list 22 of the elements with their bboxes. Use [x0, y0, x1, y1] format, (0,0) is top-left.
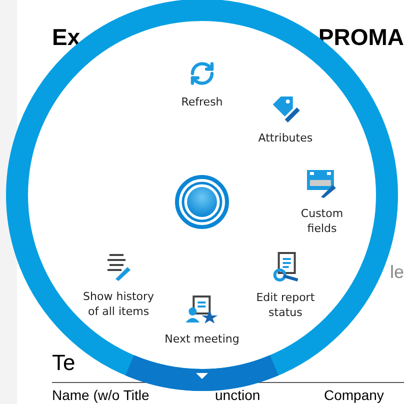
- list-edit-icon: [106, 253, 132, 282]
- menu-item[interactable]: Edit report status: [256, 252, 315, 320]
- expand-button[interactable]: [126, 354, 278, 391]
- section-heading: Te: [52, 350, 76, 376]
- refresh-icon: [189, 60, 215, 86]
- document-search-icon: [271, 252, 300, 282]
- center-button[interactable]: [175, 175, 229, 229]
- column-header: Company: [324, 388, 385, 402]
- menu-item[interactable]: Attributes: [258, 94, 313, 146]
- menu-item[interactable]: Custom fields: [300, 170, 344, 236]
- tag-icon: [270, 94, 300, 122]
- meeting-icon: [186, 296, 218, 324]
- column-header: Name (w/o Title: [52, 388, 150, 402]
- menu-item[interactable]: Show history of all items: [83, 253, 154, 320]
- caret-icon: [196, 373, 208, 379]
- menu-item[interactable]: Refresh: [181, 60, 223, 110]
- form-fields-icon: [307, 170, 337, 198]
- menu-item[interactable]: Next meeting: [164, 296, 240, 346]
- side-text: le: [390, 262, 404, 282]
- page-title: Ex: [52, 23, 80, 52]
- column-header: unction: [215, 388, 262, 402]
- page-title: PROMA: [318, 23, 404, 52]
